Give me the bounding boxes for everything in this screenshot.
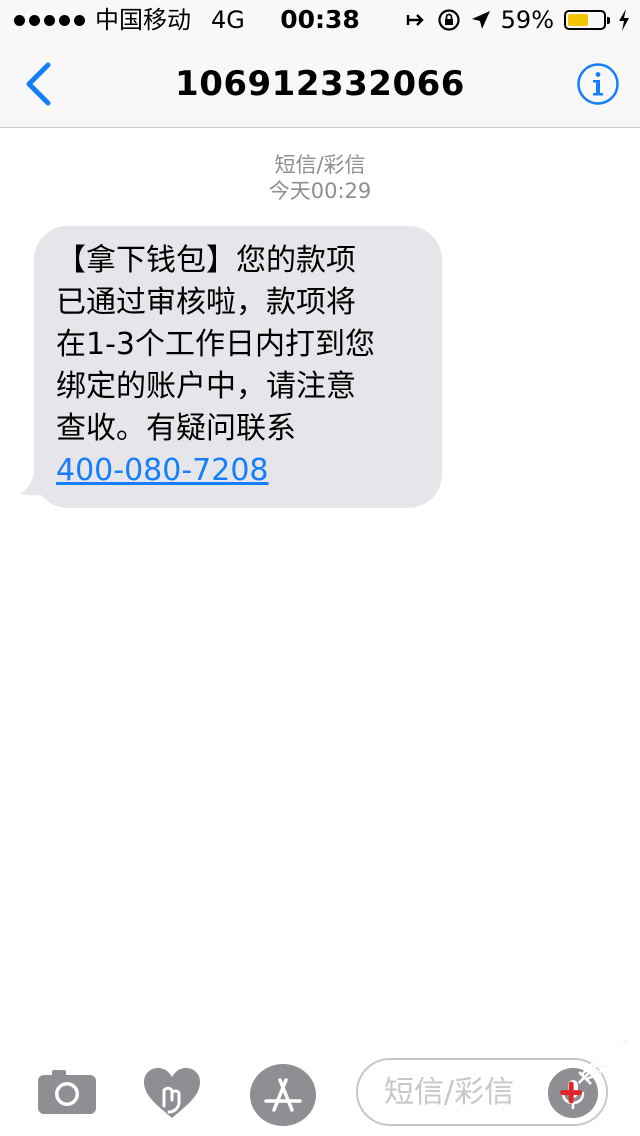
messages-screen: 中国移动 4G 00:38 59% 106912332066 短信/彩信 今天0… bbox=[0, 0, 640, 1136]
carrier-name: 中国移动 bbox=[95, 6, 191, 34]
battery-icon bbox=[564, 10, 610, 30]
phone-number-link[interactable]: 400-080-7208 bbox=[56, 450, 420, 492]
message-line: 【拿下钱包】您的款项 bbox=[56, 243, 356, 278]
call-forwarding-icon bbox=[406, 14, 424, 26]
message-input-bar bbox=[0, 1050, 640, 1136]
battery-level-fill bbox=[568, 14, 588, 26]
service-label: 短信/彩信 bbox=[274, 153, 366, 177]
status-right: 59% bbox=[405, 0, 630, 40]
status-left: 中国移动 4G bbox=[14, 0, 245, 40]
info-icon[interactable] bbox=[576, 62, 620, 106]
conversation-title: 106912332066 bbox=[175, 64, 465, 104]
rotation-lock-icon bbox=[438, 9, 460, 31]
camera-icon[interactable] bbox=[38, 1068, 96, 1114]
charging-bolt-icon bbox=[619, 9, 629, 31]
navigation-bar: 106912332066 bbox=[0, 40, 640, 128]
network-type: 4G bbox=[211, 6, 245, 34]
battery-percent: 59% bbox=[500, 6, 554, 34]
microphone-icon[interactable] bbox=[548, 1068, 598, 1118]
signal-strength-icon bbox=[14, 14, 85, 26]
message-line: 绑定的账户中，请注意 bbox=[56, 369, 356, 404]
message-timestamp: 今天00:29 bbox=[268, 179, 372, 203]
status-bar: 中国移动 4G 00:38 59% bbox=[0, 0, 640, 40]
message-line: 已通过审核啦，款项将 bbox=[56, 285, 356, 320]
message-line: 查收。有疑问联系 bbox=[56, 411, 296, 446]
incoming-message-bubble[interactable]: 【拿下钱包】您的款项 已通过审核啦，款项将 在1-3个工作日内打到您 绑定的账户… bbox=[34, 226, 442, 508]
message-line: 在1-3个工作日内打到您 bbox=[56, 327, 375, 362]
location-arrow-icon bbox=[471, 11, 490, 29]
chevron-left-icon[interactable] bbox=[20, 62, 60, 106]
message-meta: 短信/彩信 今天00:29 bbox=[0, 152, 640, 204]
app-store-icon[interactable] bbox=[250, 1064, 316, 1126]
digital-touch-icon[interactable] bbox=[142, 1066, 202, 1120]
